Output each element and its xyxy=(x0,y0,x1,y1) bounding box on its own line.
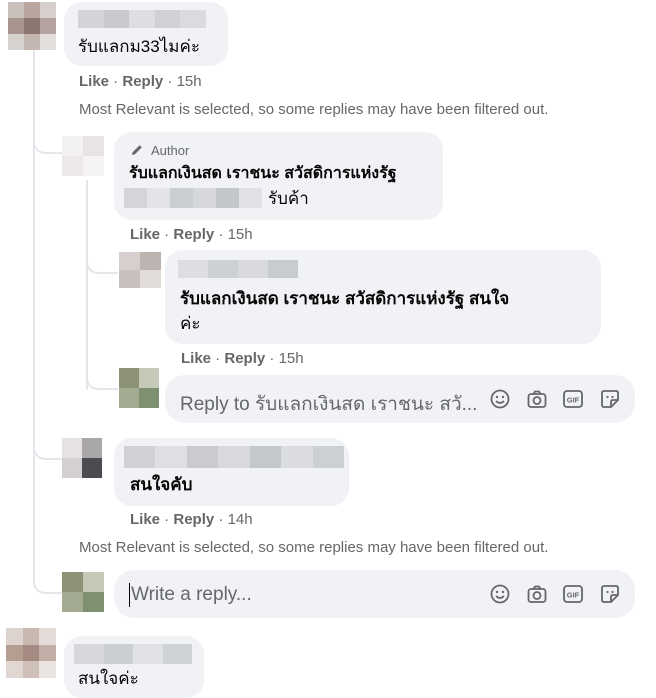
thread-line-main xyxy=(33,48,35,583)
timestamp[interactable]: 15h xyxy=(228,226,253,243)
filter-notice: Most Relevant is selected, so some repli… xyxy=(79,539,549,556)
thread-curve-author xyxy=(33,140,65,154)
current-user-avatar[interactable] xyxy=(119,368,159,408)
avatar[interactable] xyxy=(6,628,56,678)
comment-actions: Like · Reply · 14h xyxy=(130,511,253,528)
sticker-icon[interactable] xyxy=(599,583,621,605)
commenter-name[interactable]: รับแลกเงินสด เราชนะ สวัสดิการแห่งรัฐ xyxy=(129,163,397,185)
avatar[interactable] xyxy=(62,136,104,176)
timestamp[interactable]: 15h xyxy=(177,73,202,90)
text-caret xyxy=(129,583,130,607)
reply-button[interactable]: Reply xyxy=(173,511,214,528)
comment-text: สนใจค่ะ xyxy=(78,669,139,688)
comment-actions: Like · Reply · 15h xyxy=(181,350,304,367)
gif-icon-label: GIF xyxy=(567,396,580,405)
thread-curve-write-box xyxy=(33,582,63,594)
reply-button[interactable]: Reply xyxy=(122,73,163,90)
thread-curve-comment4 xyxy=(33,448,63,460)
like-button[interactable]: Like xyxy=(79,73,109,90)
camera-icon[interactable] xyxy=(526,388,548,410)
reply-input-placeholder: Reply to รับแลกเงินสด เราชนะ สวั... xyxy=(180,394,478,415)
avatar[interactable] xyxy=(119,252,161,288)
avatar[interactable] xyxy=(62,438,102,478)
reply-button[interactable]: Reply xyxy=(224,350,265,367)
comment-text: รับแลกม33ไมค่ะ xyxy=(78,37,200,56)
camera-icon[interactable] xyxy=(526,583,548,605)
reply-button[interactable]: Reply xyxy=(173,226,214,243)
gif-icon[interactable]: GIF xyxy=(562,388,584,410)
gif-icon-label: GIF xyxy=(567,591,580,600)
commenter-name-blurred[interactable] xyxy=(74,644,192,664)
thread-curve-reply-box xyxy=(86,378,118,390)
like-button[interactable]: Like xyxy=(181,350,211,367)
pencil-icon xyxy=(132,145,142,155)
current-user-avatar[interactable] xyxy=(62,572,104,612)
author-badge: Author xyxy=(151,143,190,158)
like-button[interactable]: Like xyxy=(130,226,160,243)
write-reply-placeholder: Write a reply... xyxy=(131,584,252,605)
comment-actions: Like · Reply · 15h xyxy=(79,73,202,90)
comment-text: รับค้า xyxy=(268,189,309,208)
commenter-name-blurred[interactable] xyxy=(124,446,344,468)
comment-text-line2: ค่ะ xyxy=(180,314,201,333)
commenter-name-blurred[interactable] xyxy=(178,260,298,278)
avatar[interactable] xyxy=(8,2,56,50)
comment-text-line1: รับแลกเงินสด เราชนะ สวัสดิการแห่งรัฐ สนใ… xyxy=(180,289,510,308)
filter-notice: Most Relevant is selected, so some repli… xyxy=(79,101,549,118)
sticker-icon[interactable] xyxy=(599,388,621,410)
timestamp[interactable]: 14h xyxy=(228,511,253,528)
emoji-icon[interactable] xyxy=(489,583,511,605)
gif-icon[interactable]: GIF xyxy=(562,583,584,605)
comment-actions: Like · Reply · 15h xyxy=(130,226,253,243)
thread-curve-reply xyxy=(86,262,118,274)
thread-line-author xyxy=(86,180,88,390)
commenter-name-blurred[interactable] xyxy=(78,10,206,28)
emoji-icon[interactable] xyxy=(489,388,511,410)
timestamp[interactable]: 15h xyxy=(279,350,304,367)
like-button[interactable]: Like xyxy=(130,511,160,528)
comment-text: สนใจคับ xyxy=(130,475,193,494)
tagged-name-blurred[interactable] xyxy=(124,188,262,208)
